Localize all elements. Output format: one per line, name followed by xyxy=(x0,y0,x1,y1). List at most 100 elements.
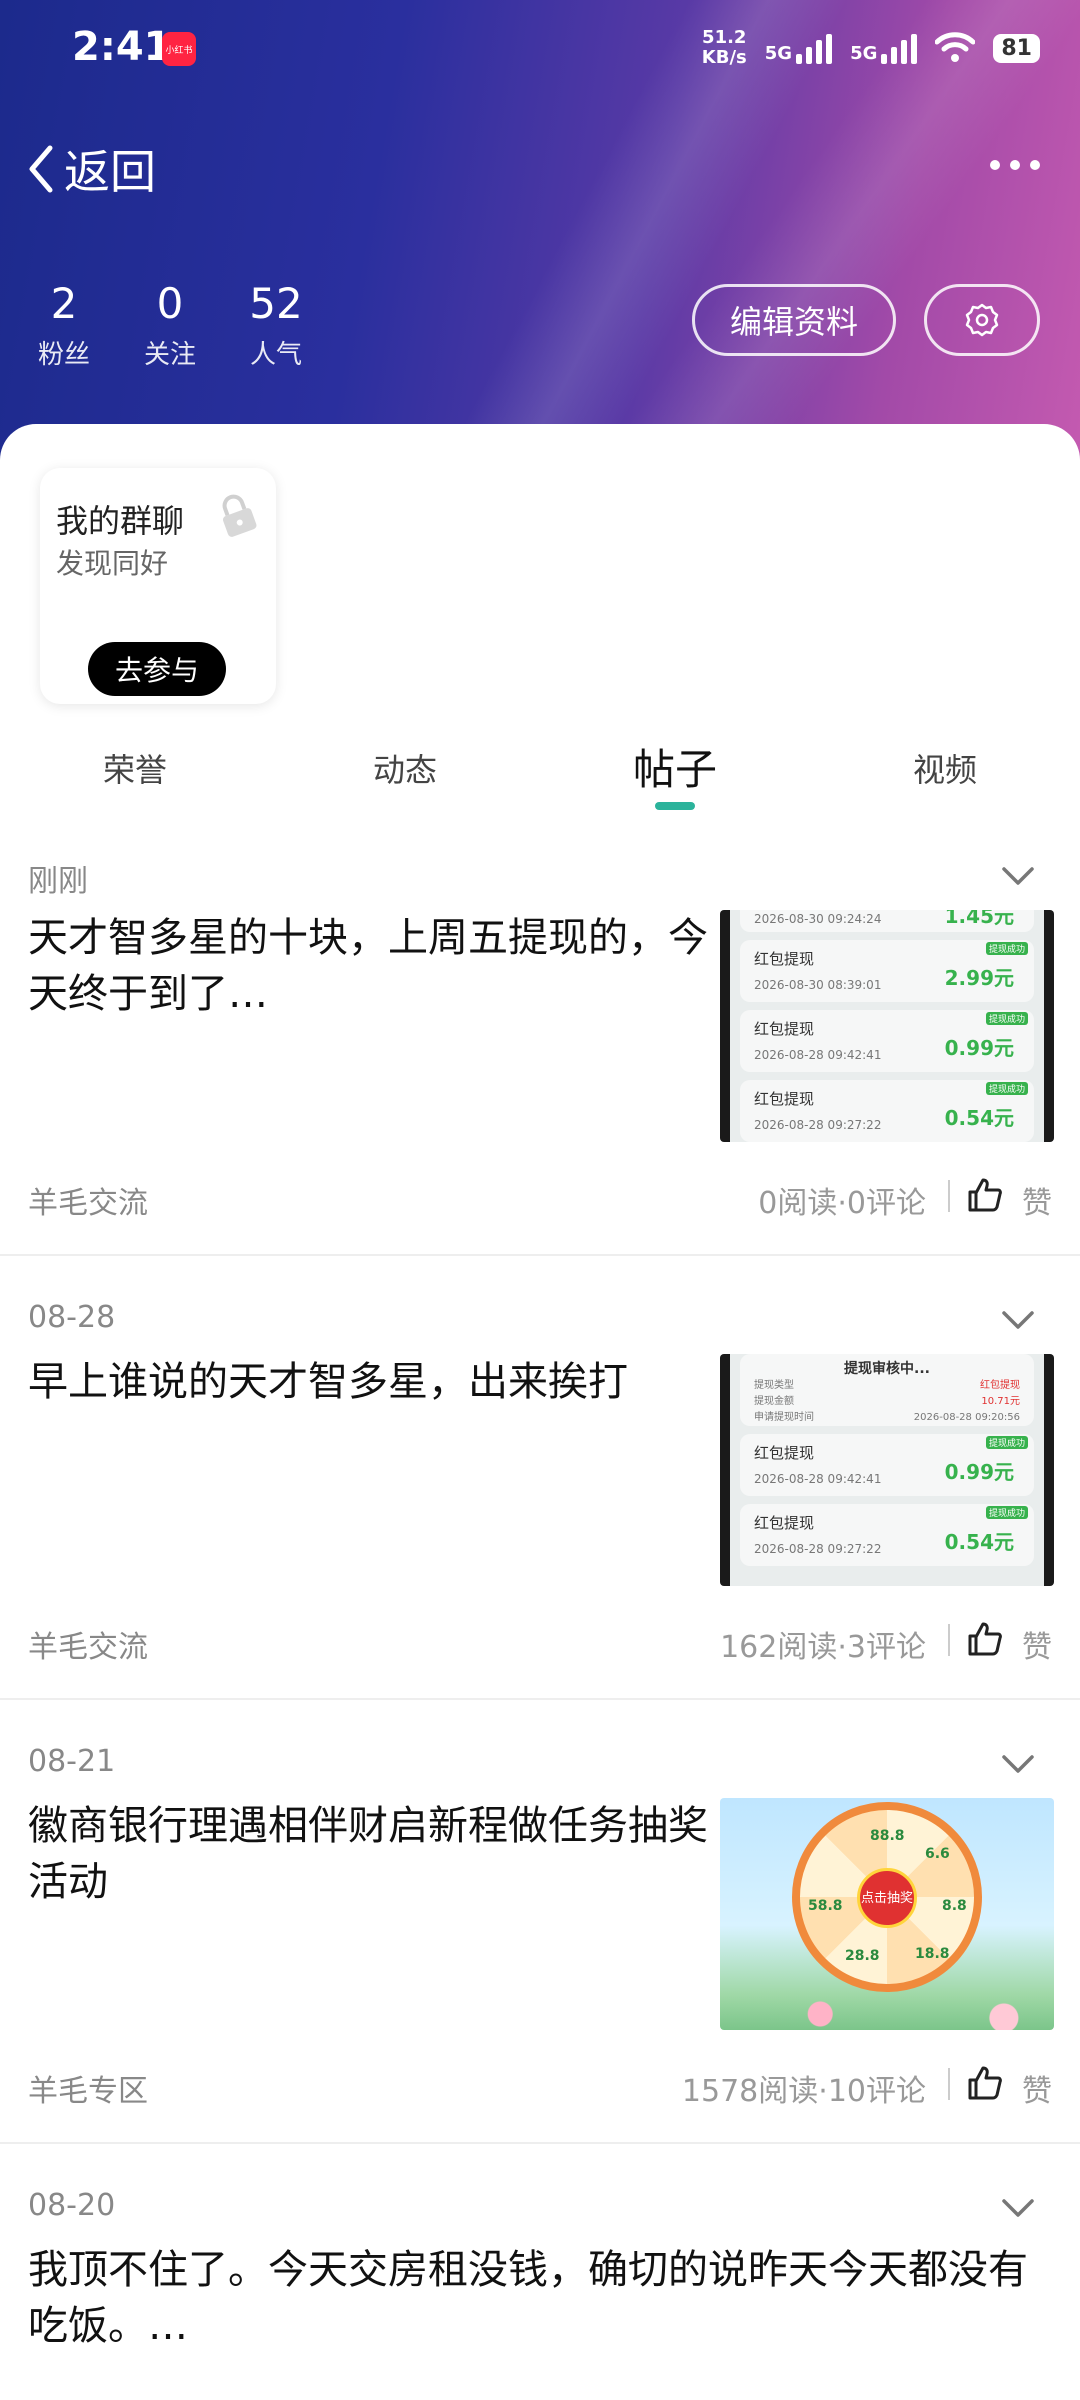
net-speed-unit: KB/s xyxy=(701,47,747,68)
post-category[interactable]: 羊毛专区 xyxy=(28,2066,148,2110)
withdraw-row: 提现成功 红包提现 2026-08-28 09:27:22 0.54元 xyxy=(740,1504,1034,1566)
wifi-icon xyxy=(935,32,976,62)
withdraw-detail-header: 提现审核中... xyxy=(844,1361,930,1377)
post-text: 徽商银行理遇相伴财启新程做任务抽奖活动 xyxy=(28,1803,708,1905)
prize-value: 18.8 xyxy=(915,1946,950,1962)
withdraw-status: 提现成功 xyxy=(985,1012,1028,1025)
battery-icon: 81 xyxy=(993,33,1040,63)
withdraw-title: 红包提现 xyxy=(754,1444,815,1462)
post-divider xyxy=(0,1698,1080,1700)
chevron-left-icon xyxy=(29,145,53,193)
tab-posts[interactable]: 帖子 xyxy=(540,734,810,806)
app-notification-icon: 小红书 xyxy=(162,32,196,66)
post-stats: 0阅读·0评论 xyxy=(758,1186,926,1221)
stat-following[interactable]: 0 关注 xyxy=(142,278,198,371)
like-button[interactable]: 赞 xyxy=(1022,2066,1052,2110)
post-thumbnail[interactable]: 2026-08-30 09:24:24 1.45元 提现成功 红包提现 2026… xyxy=(720,910,1054,1142)
post-text: 早上谁说的天才智多星，出来挨打 xyxy=(28,1359,628,1405)
tab-activity[interactable]: 动态 xyxy=(270,734,540,806)
stat-label: 关注 xyxy=(143,340,196,370)
thumbs-up-icon[interactable] xyxy=(966,1620,1004,1658)
detail-key: 提现类型 xyxy=(754,1380,794,1391)
comment-count: 3评论 xyxy=(846,1630,926,1665)
like-button[interactable]: 赞 xyxy=(1022,1178,1052,1222)
withdraw-date: 2026-08-28 09:27:22 xyxy=(754,1542,882,1556)
post-category[interactable]: 羊毛交流 xyxy=(28,1622,148,1666)
withdraw-row: 提现成功 红包提现 2026-08-30 08:39:01 2.99元 xyxy=(740,940,1034,1002)
signal-icon-1: 5G xyxy=(765,32,833,64)
more-icon[interactable] xyxy=(990,160,1040,170)
meta-divider xyxy=(948,2068,950,2100)
detail-value: 2026-08-28 09:20:56 xyxy=(913,1412,1020,1423)
settings-button[interactable] xyxy=(924,284,1040,356)
detail-key: 申请提现时间 xyxy=(754,1412,814,1423)
meta-divider xyxy=(948,1624,950,1656)
like-button[interactable]: 赞 xyxy=(1022,1622,1052,1666)
profile-stats: 2 粉丝 0 关注 52 人气 xyxy=(36,278,304,371)
thumbs-up-icon[interactable] xyxy=(966,2064,1004,2102)
post-category[interactable]: 羊毛交流 xyxy=(28,1178,148,1222)
prize-value: 8.8 xyxy=(942,1898,967,1914)
meta-divider xyxy=(948,1180,950,1212)
gear-icon xyxy=(965,303,999,337)
withdraw-amount: 2.99元 xyxy=(944,966,1014,990)
join-group-button[interactable]: 去参与 xyxy=(88,642,226,696)
post-divider xyxy=(0,2142,1080,2144)
lottery-wheel-image: 点击抽奖 88.8 6.6 8.8 18.8 28.8 58.8 xyxy=(720,1798,1054,2030)
detail-key: 提现金额 xyxy=(754,1396,794,1407)
group-card-title: 我的群聊 xyxy=(56,502,185,540)
read-count: 0阅读 xyxy=(758,1186,838,1221)
withdraw-date: 2026-08-30 08:39:01 xyxy=(754,978,882,992)
withdraw-detail: 提现审核中... 提现类型 红包提现 提现金额 10.71元 申请提现时间 2026-… xyxy=(740,1354,1034,1426)
group-chat-card[interactable]: 我的群聊 发现同好 去参与 xyxy=(40,468,276,704)
withdraw-status: 提现成功 xyxy=(985,1506,1028,1519)
chevron-down-icon[interactable] xyxy=(1000,864,1036,888)
stat-value: 2 xyxy=(50,279,78,328)
active-tab-indicator xyxy=(655,802,695,810)
tab-honors[interactable]: 荣誉 xyxy=(0,734,270,806)
post-stats: 1578阅读·10评论 xyxy=(681,2074,926,2109)
detail-value: 红包提现 xyxy=(980,1380,1020,1391)
post-thumbnail[interactable]: 提现审核中... 提现类型 红包提现 提现金额 10.71元 申请提现时间 2026-… xyxy=(720,1354,1054,1586)
lottery-center-button: 点击抽奖 xyxy=(857,1868,917,1928)
post-thumbnail[interactable]: 点击抽奖 88.8 6.6 8.8 18.8 28.8 58.8 xyxy=(720,1798,1054,2030)
prize-value: 28.8 xyxy=(845,1948,880,1964)
post-date: 08-21 xyxy=(28,1744,116,1779)
tab-videos[interactable]: 视频 xyxy=(810,734,1080,806)
post-item[interactable]: 08-21 徽商银行理遇相伴财启新程做任务抽奖活动 点击抽奖 88.8 6.6 … xyxy=(0,1744,1080,2184)
withdraw-row: 提现成功 红包提现 2026-08-28 09:27:22 0.54元 xyxy=(740,1080,1034,1142)
profile-banner: 2:41 小红书 51.2 KB/s 5G 5G 81 返回 2 粉丝 0 关注… xyxy=(0,0,1080,460)
withdraw-title: 红包提现 xyxy=(754,1514,815,1532)
read-count: 162阅读 xyxy=(720,1630,838,1665)
withdraw-status: 提现成功 xyxy=(985,1436,1028,1449)
post-item[interactable]: 08-20 我顶不住了。今天交房租没钱，确切的说昨天今天都没有吃饭。… xyxy=(0,2188,1080,2400)
group-card-subtitle: 发现同好 xyxy=(56,547,169,580)
post-item[interactable]: 刚刚 天才智多星的十块，上周五提现的，今天终于到了… 2026-08-30 09… xyxy=(0,856,1080,1296)
back-label: 返回 xyxy=(64,145,156,199)
status-time: 2:41 xyxy=(72,24,172,70)
prize-value: 88.8 xyxy=(870,1828,905,1844)
thumbs-up-icon[interactable] xyxy=(966,1176,1004,1214)
withdraw-amount: 0.54元 xyxy=(944,1530,1014,1554)
read-count: 1578阅读 xyxy=(681,2074,819,2109)
withdraw-date: 2026-08-28 09:42:41 xyxy=(754,1472,882,1486)
withdraw-amount: 0.54元 xyxy=(944,1106,1014,1130)
stat-popularity[interactable]: 52 人气 xyxy=(248,278,304,371)
withdraw-date: 2026-08-28 09:27:22 xyxy=(754,1118,882,1132)
back-button[interactable]: 返回 xyxy=(24,136,156,202)
withdraw-row: 2026-08-30 09:24:24 1.45元 xyxy=(740,910,1034,932)
withdraw-row: 提现成功 红包提现 2026-08-28 09:42:41 0.99元 xyxy=(740,1010,1034,1072)
prize-value: 6.6 xyxy=(925,1846,950,1862)
withdraw-amount: 1.45元 xyxy=(944,910,1014,928)
withdraw-amount: 0.99元 xyxy=(944,1036,1014,1060)
post-item[interactable]: 08-28 早上谁说的天才智多星，出来挨打 提现审核中... 提现类型 红包提现 … xyxy=(0,1300,1080,1740)
post-text: 我顶不住了。今天交房租没钱，确切的说昨天今天都没有吃饭。… xyxy=(28,2247,1028,2349)
stat-followers[interactable]: 2 粉丝 xyxy=(36,278,92,371)
chevron-down-icon[interactable] xyxy=(1000,2196,1036,2220)
edit-profile-button[interactable]: 编辑资料 xyxy=(692,284,896,356)
chevron-down-icon[interactable] xyxy=(1000,1308,1036,1332)
post-date: 08-20 xyxy=(28,2188,116,2223)
status-indicators: 51.2 KB/s 5G 5G 81 xyxy=(702,28,1040,68)
chevron-down-icon[interactable] xyxy=(1000,1752,1036,1776)
profile-tabs: 荣誉 动态 帖子 视频 xyxy=(0,734,1080,830)
